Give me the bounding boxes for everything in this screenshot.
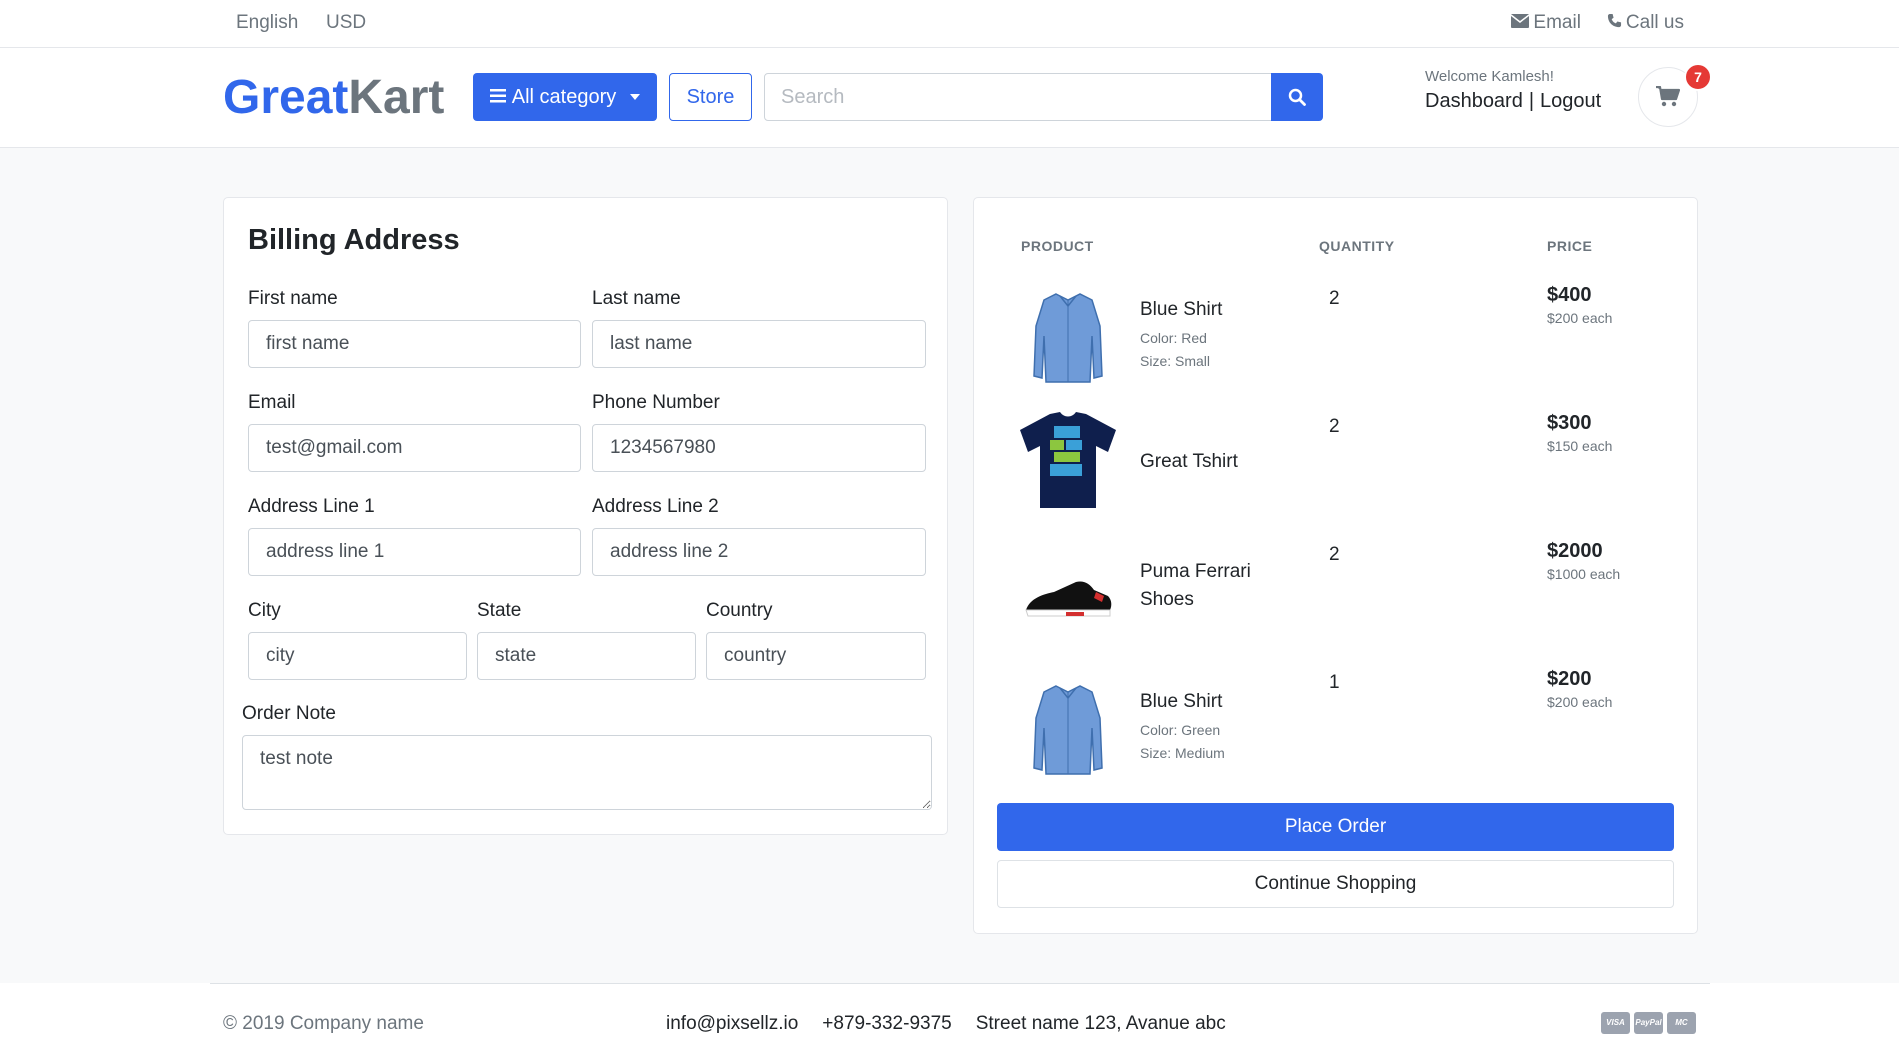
footer-email[interactable]: info@pixsellz.io bbox=[666, 1013, 798, 1035]
state-label: State bbox=[477, 600, 522, 621]
order-note-textarea[interactable]: test note bbox=[242, 735, 932, 810]
menu-icon bbox=[489, 86, 506, 109]
product-price: $300 bbox=[1547, 412, 1592, 434]
phone-input[interactable] bbox=[592, 424, 926, 472]
top-contact: Email Call us bbox=[1510, 12, 1684, 34]
order-item-row: Great Tshirt 2 $300 $150 each bbox=[974, 408, 1699, 536]
product-quantity: 2 bbox=[1329, 544, 1340, 565]
footer-phone: +879-332-9375 bbox=[822, 1013, 952, 1034]
order-summary-card: PRODUCT QUANTITY PRICE Blue Shirt Color:… bbox=[973, 197, 1698, 934]
top-bar: English USD Email Call us bbox=[0, 0, 1899, 48]
email-link-label: Email bbox=[1533, 12, 1581, 33]
account-links: Dashboard | Logout bbox=[1425, 90, 1601, 113]
footer-contact: info@pixsellz.io +879-332-9375 Street na… bbox=[666, 1013, 1226, 1035]
product-unit-price: $200 each bbox=[1547, 310, 1613, 326]
state-input[interactable] bbox=[477, 632, 696, 680]
blue-shirt-image bbox=[1016, 286, 1120, 390]
product-color: Color: Red bbox=[1140, 330, 1207, 346]
product-name[interactable]: Great Tshirt bbox=[1140, 448, 1290, 476]
product-quantity: 2 bbox=[1329, 288, 1340, 309]
brand-logo[interactable]: GreatKart bbox=[223, 70, 444, 125]
order-item-row: Blue Shirt Color: Red Size: Small 2 $400… bbox=[974, 280, 1699, 408]
envelope-icon bbox=[1510, 12, 1530, 34]
navy-tshirt-image bbox=[1016, 408, 1120, 512]
city-label: City bbox=[248, 600, 281, 621]
product-quantity: 1 bbox=[1329, 672, 1340, 693]
phone-icon bbox=[1607, 12, 1622, 34]
mastercard-icon: MC bbox=[1667, 1012, 1696, 1034]
product-name[interactable]: Blue Shirt bbox=[1140, 688, 1290, 716]
billing-address-card: Billing Address First name Last name Ema… bbox=[223, 197, 948, 835]
quantity-column-header: QUANTITY bbox=[1319, 238, 1395, 254]
country-label: Country bbox=[706, 600, 773, 621]
order-item-row: Blue Shirt Color: Green Size: Medium 1 $… bbox=[974, 664, 1699, 792]
copyright-text: © 2019 Company name bbox=[223, 1013, 424, 1034]
cart-count-badge: 7 bbox=[1684, 63, 1712, 91]
country-input[interactable] bbox=[706, 632, 926, 680]
product-quantity: 2 bbox=[1329, 416, 1340, 437]
call-link-label: Call us bbox=[1625, 12, 1684, 33]
cart-icon bbox=[1656, 86, 1680, 107]
black-shoe-image bbox=[1016, 546, 1120, 650]
product-name[interactable]: Blue Shirt bbox=[1140, 296, 1290, 324]
first-name-label: First name bbox=[248, 288, 338, 309]
product-color: Color: Green bbox=[1140, 722, 1221, 738]
logout-link[interactable]: Logout bbox=[1540, 90, 1601, 112]
chevron-down-icon bbox=[630, 94, 641, 100]
all-category-button[interactable]: All category bbox=[473, 73, 657, 121]
all-category-label: All category bbox=[511, 85, 617, 108]
last-name-input[interactable] bbox=[592, 320, 926, 368]
site-header: GreatKart All category Store Welcome Kam… bbox=[0, 48, 1899, 148]
product-column-header: PRODUCT bbox=[1021, 238, 1094, 254]
search-icon bbox=[1288, 88, 1306, 106]
paypal-icon: PayPal bbox=[1634, 1012, 1663, 1034]
email-link[interactable]: Email bbox=[1510, 12, 1581, 34]
product-size: Size: Small bbox=[1140, 353, 1211, 369]
blue-shirt-image bbox=[1016, 678, 1120, 782]
site-footer: © 2019 Company name info@pixsellz.io +87… bbox=[0, 983, 1899, 1063]
address2-input[interactable] bbox=[592, 528, 926, 576]
call-link[interactable]: Call us bbox=[1607, 12, 1684, 34]
product-price: $400 bbox=[1547, 284, 1592, 306]
logo-part2: Kart bbox=[348, 71, 445, 124]
place-order-button[interactable]: Place Order bbox=[997, 803, 1674, 851]
welcome-text: Welcome Kamlesh! bbox=[1425, 68, 1554, 85]
order-item-row: Puma Ferrari Shoes 2 $2000 $1000 each bbox=[974, 536, 1699, 664]
order-note-label: Order Note bbox=[242, 703, 336, 724]
email-label: Email bbox=[248, 392, 296, 413]
store-button[interactable]: Store bbox=[669, 73, 752, 121]
city-input[interactable] bbox=[248, 632, 467, 680]
search-input[interactable] bbox=[764, 73, 1272, 121]
product-price: $2000 bbox=[1547, 540, 1603, 562]
product-price: $200 bbox=[1547, 668, 1592, 690]
footer-address: Street name 123, Avanue abc bbox=[975, 1013, 1226, 1034]
dashboard-link[interactable]: Dashboard bbox=[1425, 90, 1523, 112]
link-separator: | bbox=[1528, 90, 1535, 112]
continue-shopping-button[interactable]: Continue Shopping bbox=[997, 860, 1674, 908]
phone-label: Phone Number bbox=[592, 392, 720, 413]
footer-divider bbox=[210, 983, 1710, 984]
address2-label: Address Line 2 bbox=[592, 496, 719, 517]
product-unit-price: $150 each bbox=[1547, 438, 1613, 454]
product-name[interactable]: Puma Ferrari Shoes bbox=[1140, 558, 1290, 614]
payment-methods: VISA PayPal MC bbox=[1601, 1012, 1696, 1034]
address1-input[interactable] bbox=[248, 528, 581, 576]
first-name-input[interactable] bbox=[248, 320, 581, 368]
logo-part1: Great bbox=[223, 71, 349, 124]
email-input[interactable] bbox=[248, 424, 581, 472]
product-unit-price: $1000 each bbox=[1547, 566, 1621, 582]
address1-label: Address Line 1 bbox=[248, 496, 375, 517]
last-name-label: Last name bbox=[592, 288, 681, 309]
price-column-header: PRICE bbox=[1547, 238, 1593, 254]
visa-icon: VISA bbox=[1601, 1012, 1630, 1034]
billing-title: Billing Address bbox=[248, 224, 460, 256]
search-button[interactable] bbox=[1271, 73, 1323, 121]
language-selector[interactable]: English bbox=[236, 12, 298, 34]
currency-selector[interactable]: USD bbox=[326, 12, 366, 34]
product-size: Size: Medium bbox=[1140, 745, 1225, 761]
product-unit-price: $200 each bbox=[1547, 694, 1613, 710]
